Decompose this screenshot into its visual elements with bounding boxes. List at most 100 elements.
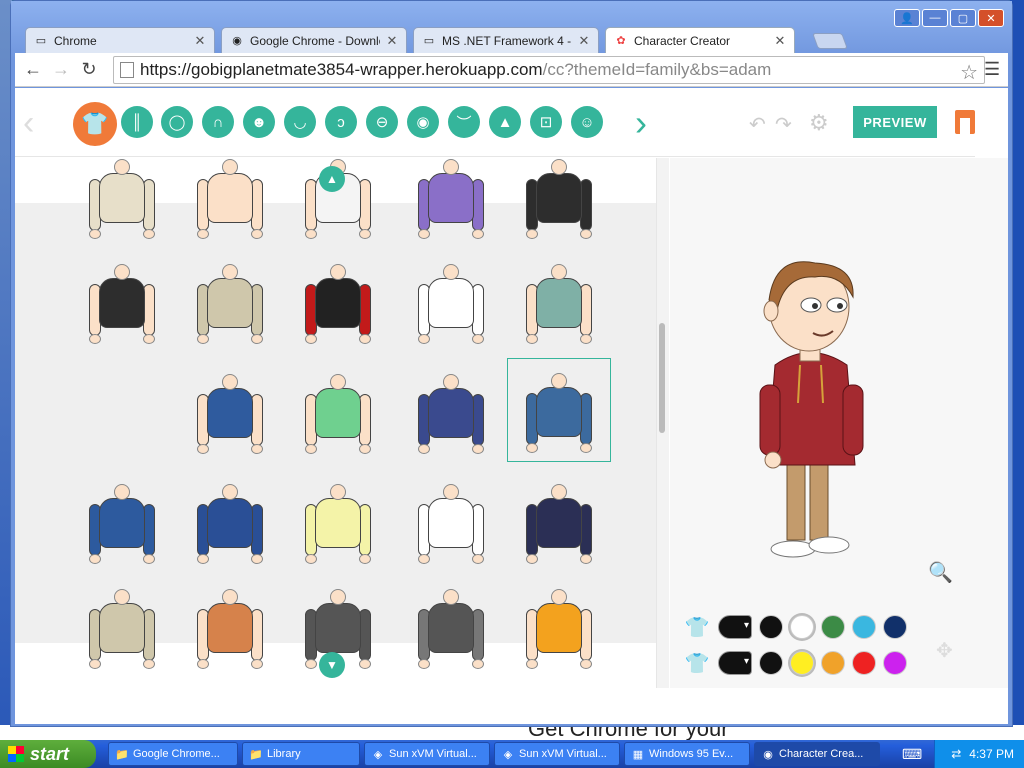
redo-icon[interactable]: ↷ (775, 112, 792, 137)
clothing-item-yellow-shirt[interactable] (286, 468, 390, 572)
close-window-button[interactable]: ✕ (978, 9, 1004, 27)
clothing-item-navy-blazer[interactable] (399, 358, 503, 462)
taskbar-item-character-creator[interactable]: ◉ Character Crea... (754, 742, 880, 766)
clothing-item-desert-camo-shirt[interactable] (70, 158, 174, 247)
menu-icon[interactable]: ☰ (984, 59, 1004, 80)
shirt-secondary-color-row: 👕 (683, 651, 907, 675)
clothing-item-teal-tshirt[interactable] (507, 248, 611, 352)
close-icon[interactable]: ✕ (194, 33, 206, 49)
move-icon[interactable]: ✥ (936, 638, 953, 663)
clothing-item-green-tshirt[interactable] (286, 358, 390, 462)
close-icon[interactable]: ✕ (774, 33, 786, 49)
taskbar-item-windows-95[interactable]: ▦ Windows 95 Ev... (624, 742, 750, 766)
color-swatch[interactable] (883, 615, 907, 639)
color-swatch[interactable] (790, 651, 814, 675)
category-upper-body[interactable]: 👕 (73, 102, 117, 146)
clothing-item-bare-chest-strap[interactable] (178, 158, 282, 247)
color-swatch[interactable] (883, 651, 907, 675)
category-lower-body[interactable]: ║ (121, 106, 153, 138)
color-picker-dropdown[interactable] (718, 651, 752, 675)
clothing-item-black-tank-top[interactable] (70, 248, 174, 352)
scroll-up-icon[interactable]: ▲ (319, 166, 345, 192)
tab-strip: ▭ Chrome ✕ ◉ Google Chrome - Download t … (25, 27, 905, 53)
network-icon[interactable]: ⇄ (951, 747, 961, 761)
save-icon[interactable] (955, 110, 975, 134)
clothing-item-tuxedo-shirt[interactable] (399, 468, 503, 572)
clothing-item-puffer-jacket[interactable] (178, 468, 282, 572)
new-tab-button[interactable] (812, 33, 848, 49)
clothing-item-blue-polo[interactable] (178, 358, 282, 462)
prev-category-arrow-icon[interactable]: ‹ (23, 104, 34, 143)
tab-character-creator[interactable]: ✿ Character Creator ✕ (605, 27, 795, 53)
next-category-arrow-icon[interactable]: › (635, 102, 647, 144)
start-button[interactable]: start (0, 740, 96, 768)
category-jaw[interactable]: ☻ (243, 106, 275, 138)
taskbar-item-library[interactable]: 📁 Library (242, 742, 360, 766)
clothing-item-purple-blouse[interactable] (399, 158, 503, 247)
clothing-item-tuxedo-jacket[interactable] (507, 468, 611, 572)
clothing-item-orange-overalls[interactable] (178, 573, 282, 677)
taskbar-item-label: Windows 95 Ev... (649, 748, 734, 760)
clothing-item-superhero-suit[interactable] (286, 248, 390, 352)
color-picker-dropdown[interactable] (718, 615, 752, 639)
clothing-item-blue-hoodie[interactable] (507, 358, 611, 462)
clothing-item-white-shirt-tie[interactable] (399, 248, 503, 352)
tab-label: Chrome (54, 33, 97, 48)
shirt-color-row: 👕 (683, 615, 907, 639)
back-button[interactable]: ← (19, 56, 47, 84)
bookmark-star-icon[interactable]: ☆ (960, 60, 978, 85)
color-swatch[interactable] (790, 615, 814, 639)
close-icon[interactable]: ✕ (386, 33, 398, 49)
tab-google-chrome-download[interactable]: ◉ Google Chrome - Download t ✕ (221, 27, 407, 53)
category-eye[interactable]: ◉ (407, 106, 439, 138)
shirt-thumbnail (524, 589, 594, 677)
clothing-item-camo-vest[interactable] (178, 248, 282, 352)
color-swatch[interactable] (852, 651, 876, 675)
tab-chrome[interactable]: ▭ Chrome ✕ (25, 27, 215, 53)
browser-toolbar: ← → ↻ https://gobigplanetmate3854-wrappe… (15, 53, 1008, 87)
color-swatch[interactable] (821, 651, 845, 675)
maximize-button[interactable]: ▢ (950, 9, 976, 27)
undo-icon[interactable]: ↶ (749, 112, 766, 137)
category-face[interactable]: ◯ (161, 106, 193, 138)
category-nose[interactable]: ▲ (489, 106, 521, 138)
color-swatch[interactable] (759, 615, 783, 639)
color-swatch[interactable] (821, 615, 845, 639)
keyboard-icon[interactable]: ⌨ (902, 746, 922, 763)
taskbar-item-sun-xvm-1[interactable]: ◈ Sun xVM Virtual... (364, 742, 490, 766)
taskbar-item-sun-xvm-2[interactable]: ◈ Sun xVM Virtual... (494, 742, 620, 766)
reload-button[interactable]: ↻ (75, 56, 103, 84)
minimize-button[interactable]: — (922, 9, 948, 27)
category-glasses[interactable]: ⊡ (530, 106, 562, 138)
color-swatch[interactable] (852, 615, 876, 639)
clothing-item-military-uniform[interactable] (70, 573, 174, 677)
gear-icon[interactable]: ⚙ (809, 110, 829, 136)
category-eyebrows[interactable]: ︶ (448, 106, 480, 138)
color-swatch[interactable] (759, 651, 783, 675)
category-eyebrows-alt[interactable]: ⊖ (366, 106, 398, 138)
item-scrollbar[interactable] (657, 158, 669, 688)
address-bar[interactable]: https://gobigplanetmate3854-wrapper.hero… (113, 56, 985, 84)
user-icon[interactable]: 👤 (894, 9, 920, 27)
shirt-thumbnail (524, 264, 594, 352)
category-ear[interactable]: ↄ (325, 106, 357, 138)
shirt-thumbnail (87, 264, 157, 352)
taskbar-item-google-chrome[interactable]: 📁 Google Chrome... (108, 742, 238, 766)
scrollbar-thumb[interactable] (659, 323, 665, 433)
tab-ms-net-framework[interactable]: ▭ MS .NET Framework 4 - Win ✕ (413, 27, 599, 53)
preview-button[interactable]: PREVIEW (853, 106, 937, 138)
forward-button[interactable]: → (47, 56, 75, 84)
shirt-thumbnail (303, 374, 373, 462)
clothing-item-torn-zombie-suit[interactable] (399, 573, 503, 677)
scroll-down-icon[interactable]: ▼ (319, 652, 345, 678)
clothing-item-black-suit[interactable] (507, 158, 611, 247)
clothing-item-basketball-jersey[interactable] (507, 573, 611, 677)
category-mouth[interactable]: ◡ (284, 106, 316, 138)
clothing-item-police-shirt[interactable] (70, 468, 174, 572)
close-icon[interactable]: ✕ (578, 33, 590, 49)
category-beard[interactable]: ☺ (571, 106, 603, 138)
zoom-in-icon[interactable]: 🔍 (928, 560, 953, 585)
category-hair[interactable]: ∩ (202, 106, 234, 138)
url-host: https://gobigplanetmate3854-wrapper.hero… (140, 60, 543, 79)
chrome-icon: ◉ (232, 35, 242, 47)
